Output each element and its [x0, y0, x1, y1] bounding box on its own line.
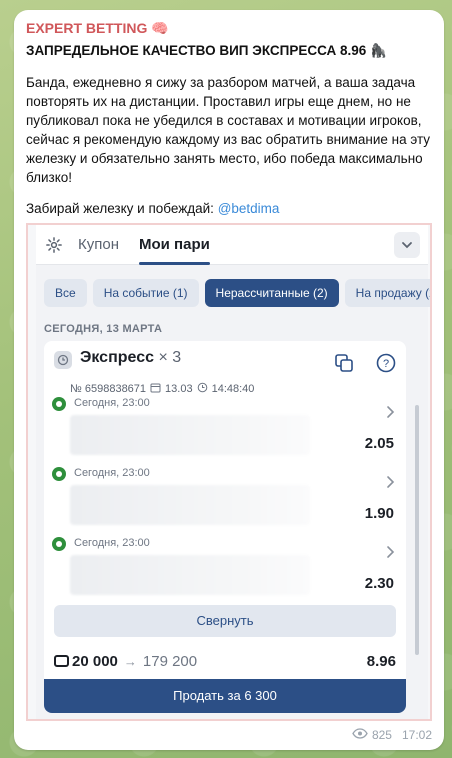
help-icon[interactable]: ?: [376, 353, 396, 378]
football-icon: [52, 397, 66, 411]
clock-small-icon: [197, 382, 208, 396]
clock-icon: [54, 351, 72, 369]
event-row[interactable]: Сегодня, 23:00 2.05: [44, 395, 406, 465]
calendar-icon: [150, 382, 161, 396]
event-blurred-details: [70, 415, 310, 455]
app-screen: Купон Мои пари Все На событие (1) Нерасс…: [36, 225, 430, 719]
chevron-right-icon[interactable]: [386, 475, 396, 494]
channel-name[interactable]: EXPERT BETTING 🧠: [26, 18, 432, 38]
copy-icon[interactable]: [334, 353, 354, 378]
event-row[interactable]: Сегодня, 23:00 2.30: [44, 535, 406, 605]
football-icon: [52, 537, 66, 551]
filter-chip-all[interactable]: Все: [44, 279, 87, 307]
filter-chip-on-event[interactable]: На событие (1): [92, 279, 199, 307]
filter-chips: Все На событие (1) Нерассчитанные (2) На…: [36, 265, 430, 307]
cta-link[interactable]: @betdima: [218, 201, 280, 216]
football-icon: [52, 467, 66, 481]
event-odds: 2.30: [364, 575, 394, 592]
bet-time: 14:48:40: [211, 383, 255, 395]
bet-stake: 20 000: [72, 652, 118, 670]
eye-icon: [352, 728, 368, 742]
post-cta: Забирай железку и побеждай: @betdima: [26, 199, 432, 218]
filter-chip-unsettled[interactable]: Нерассчитанные (2): [204, 279, 339, 307]
message-time: 17:02: [401, 728, 432, 742]
bet-summary: 20 000 → 179 200 8.96: [54, 649, 396, 673]
svg-text:?: ?: [383, 358, 389, 370]
cta-text: Забирай железку и побеждай:: [26, 201, 214, 216]
filter-chip-for-sale[interactable]: На продажу (2): [344, 279, 430, 307]
view-count: 825: [371, 728, 392, 742]
gear-icon[interactable]: [44, 235, 64, 255]
chevron-right-icon[interactable]: [386, 405, 396, 424]
collapse-button[interactable]: Свернуть: [54, 605, 396, 637]
bet-meta: № 6598838671 13.03 14:48:40: [70, 382, 406, 396]
event-odds: 1.90: [364, 505, 394, 522]
bet-events: Сегодня, 23:00 2.05 Сегодня, 23:00 1.90 …: [44, 395, 406, 605]
event-odds: 2.05: [364, 435, 394, 452]
bet-type: Экспресс × 3: [80, 349, 181, 367]
event-blurred-details: [70, 485, 310, 525]
bet-count: × 3: [158, 349, 182, 366]
bet-screenshot[interactable]: Купон Мои пари Все На событие (1) Нерасс…: [26, 223, 432, 721]
chevron-right-icon[interactable]: [386, 545, 396, 564]
bet-title: Экспресс: [80, 349, 154, 366]
post-headline: ЗАПРЕДЕЛЬНОЕ КАЧЕСТВО ВИП ЭКСПРЕССА 8.96…: [26, 43, 387, 58]
bet-date: 13.03: [165, 383, 193, 395]
tab-my-bets[interactable]: Мои пари: [139, 225, 210, 265]
post-body: Банда, ежедневно я сижу за разбором матч…: [26, 75, 431, 185]
wallet-icon: [54, 655, 69, 667]
event-time: Сегодня, 23:00: [74, 537, 150, 549]
app-topbar: Купон Мои пари: [36, 225, 428, 265]
bet-total-odds: 8.96: [366, 652, 396, 670]
event-time: Сегодня, 23:00: [74, 467, 150, 479]
message-bubble: EXPERT BETTING 🧠 ЗАПРЕДЕЛЬНОЕ КАЧЕСТВО В…: [14, 10, 444, 750]
message-footer: 825 17:02: [352, 728, 432, 742]
tab-coupon[interactable]: Купон: [78, 236, 119, 253]
date-heading: СЕГОДНЯ, 13 МАРТА: [44, 323, 163, 335]
event-row[interactable]: Сегодня, 23:00 1.90: [44, 465, 406, 535]
sell-button[interactable]: Продать за 6 300: [44, 679, 406, 713]
event-blurred-details: [70, 555, 310, 595]
bet-card-header: Экспресс × 3 ?: [44, 341, 406, 378]
scrollbar[interactable]: [415, 405, 419, 655]
bet-payout: 179 200: [142, 652, 198, 670]
bet-actions: ?: [334, 353, 396, 378]
arrow-right-icon: →: [123, 653, 137, 669]
bet-number: № 6598838671: [70, 383, 147, 395]
bet-card: Экспресс × 3 ? № 6598838671 13.03 14:48:…: [44, 341, 406, 685]
chevron-down-icon[interactable]: [394, 231, 420, 258]
event-time: Сегодня, 23:00: [74, 397, 150, 409]
